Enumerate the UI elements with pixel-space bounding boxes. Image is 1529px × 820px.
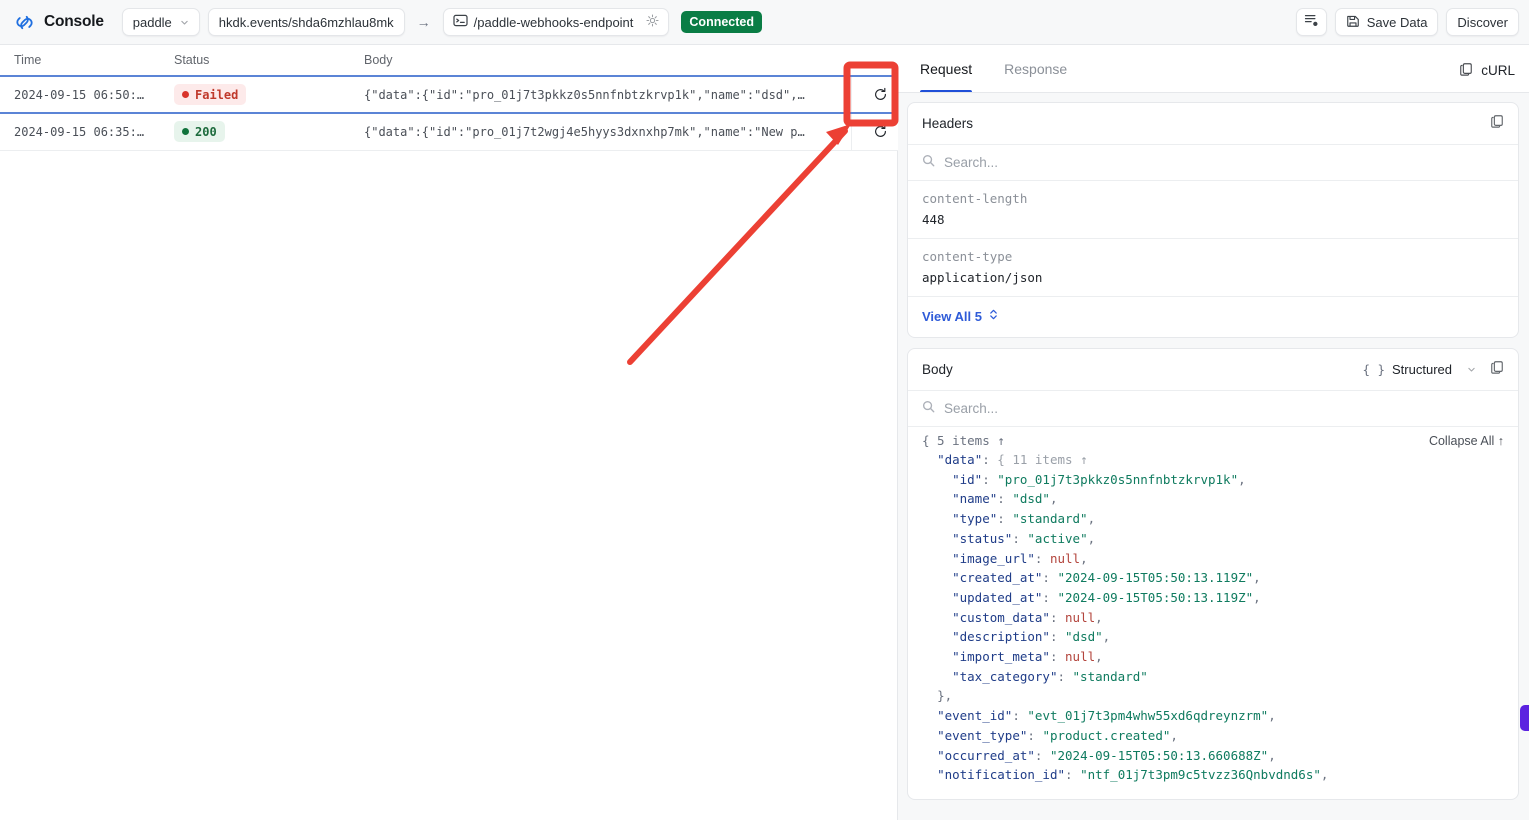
json-root-summary-row: { 5 items ↑ Collapse All ↑ [908,427,1518,448]
headers-card-header: Headers [908,103,1518,145]
copy-body-icon[interactable] [1490,360,1504,379]
status-dot-icon [182,91,189,98]
header-entry: content-length 448 [908,181,1518,239]
console-app: Console paddle hkdk.events/shda6mzhlau8m… [0,0,1529,820]
braces-icon: { } [1362,362,1385,377]
cell-actions [851,76,898,113]
tab-response[interactable]: Response [1004,45,1073,92]
view-all-headers-button[interactable]: View All 5 [908,297,1518,337]
table-header-row: Time Status Body [0,45,898,76]
cell-body: {"data":{"id":"pro_01j7t3pkkz0s5nnfnbtzk… [350,76,851,113]
body-card-header: Body { } Structured [908,349,1518,391]
cell-status: Failed [160,76,350,113]
status-dot-icon [182,128,189,135]
tab-request-label: Request [920,61,972,77]
status-label: Failed [195,88,238,102]
cell-status: 200 [160,113,350,150]
table-row[interactable]: 2024-09-15 06:50:14 Failed {"data":{"id"… [0,76,898,113]
events-table-pane: Time Status Body 2024-09-15 06:50:14 Fai… [0,45,898,820]
save-data-label: Save Data [1367,15,1428,30]
brand-name: Console [44,13,104,31]
curl-button[interactable]: cURL [1459,62,1515,92]
column-header-time[interactable]: Time [0,45,160,76]
floppy-disk-icon [1346,14,1360,31]
cell-time: 2024-09-15 06:35:59 [0,113,160,150]
source-url-field[interactable]: hkdk.events/shda6mzhlau8mk [208,8,405,36]
cell-time: 2024-09-15 06:50:14 [0,76,160,113]
cell-body: {"data":{"id":"pro_01j7t2wgj4e5hyys3dxnx… [350,113,851,150]
tab-request[interactable]: Request [920,45,978,92]
hookdeck-logo-icon [14,12,35,33]
view-all-headers-label: View All 5 [922,309,982,324]
destination-endpoint-field[interactable]: /paddle-webhooks-endpoint [443,8,670,36]
collapse-all-button[interactable]: Collapse All ↑ [1429,434,1504,448]
save-data-button[interactable]: Save Data [1335,8,1439,36]
top-bar: Console paddle hkdk.events/shda6mzhlau8m… [0,0,1529,45]
destination-endpoint-label: /paddle-webhooks-endpoint [474,15,634,30]
gear-icon[interactable] [639,14,659,30]
header-entry-value: application/json [922,270,1504,285]
table-row[interactable]: 2024-09-15 06:35:59 200 {"data":{"id":"p… [0,113,898,150]
json-root-summary[interactable]: { 5 items ↑ [922,433,1005,448]
editor-toggle-button[interactable] [1296,8,1327,36]
curl-label: cURL [1481,63,1515,78]
headers-search-row[interactable]: Search... [908,145,1518,181]
headers-card-title: Headers [922,116,973,131]
detail-scroll-area[interactable]: Headers [898,93,1529,820]
tab-response-label: Response [1004,61,1067,77]
header-entry: content-type application/json [908,239,1518,297]
column-header-status[interactable]: Status [160,45,350,76]
header-entry-key: content-type [922,249,1504,264]
chevron-down-icon [172,15,189,30]
chevron-down-icon [1459,362,1476,377]
brand: Console [14,12,104,33]
events-table: Time Status Body 2024-09-15 06:50:14 Fai… [0,45,898,151]
column-header-body[interactable]: Body [350,45,851,76]
headers-card-actions [1490,114,1504,133]
discover-label: Discover [1457,15,1508,30]
headers-card: Headers [907,102,1519,338]
search-icon [922,400,935,418]
project-selector-label: paddle [133,15,172,30]
cell-actions [851,113,898,150]
copy-headers-icon[interactable] [1490,114,1504,133]
retry-icon[interactable] [866,80,896,110]
body-card-title: Body [922,362,953,377]
status-badge: Connected [681,11,762,33]
headers-search-input[interactable]: Search... [944,155,998,170]
detail-tabs: Request Response cURL [898,45,1529,93]
body-search-input[interactable]: Search... [944,401,998,416]
editor-icon [1304,13,1319,31]
view-mode-selector[interactable]: { } Structured [1362,362,1476,377]
status-label: 200 [195,125,217,139]
retry-icon[interactable] [866,117,896,147]
terminal-icon [453,14,468,30]
status-badge-200: 200 [174,121,225,142]
header-entry-value: 448 [922,212,1504,227]
search-icon [922,154,935,172]
header-entry-key: content-length [922,191,1504,206]
flow-arrow-icon: → [413,14,435,30]
status-badge-failed: Failed [174,84,246,105]
source-url-label: hkdk.events/shda6mzhlau8mk [219,15,394,30]
detail-pane: Request Response cURL [898,45,1529,820]
feedback-nub[interactable] [1520,705,1529,731]
project-selector[interactable]: paddle [122,8,200,36]
json-viewer[interactable]: "data": { 11 items ↑ "id": "pro_01j7t3pk… [908,448,1518,799]
column-header-actions [851,45,898,76]
body-card: Body { } Structured [907,348,1519,800]
body-card-actions: { } Structured [1362,360,1504,379]
body-search-row[interactable]: Search... [908,391,1518,427]
up-down-chevron-icon [989,308,998,324]
view-mode-label: Structured [1392,362,1452,377]
discover-button[interactable]: Discover [1446,8,1519,36]
main-split: Time Status Body 2024-09-15 06:50:14 Fai… [0,45,1529,820]
copy-icon [1459,62,1473,79]
